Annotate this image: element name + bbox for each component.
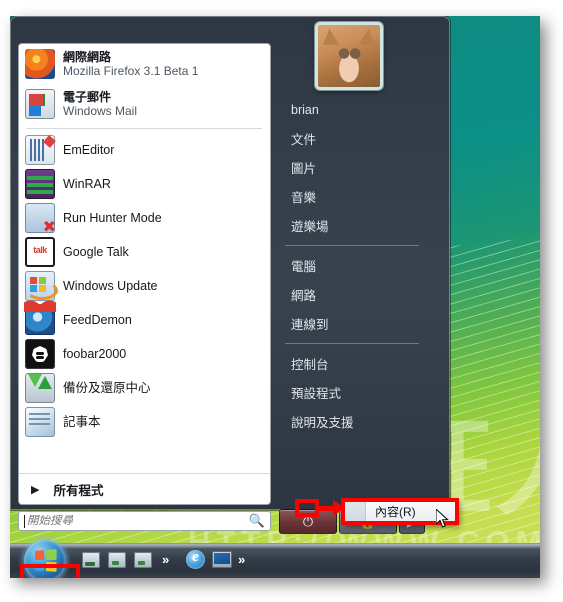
start-menu-programs-pane: 網際網路 Mozilla Firefox 3.1 Beta 1 電子郵件 Window… — [18, 43, 271, 505]
show-desktop-icon[interactable] — [82, 552, 100, 568]
program-item[interactable]: 電子郵件 Windows Mail — [19, 84, 270, 124]
places-item[interactable]: 電腦 — [279, 251, 429, 280]
separator — [27, 128, 262, 129]
windows-mail-icon — [25, 89, 55, 119]
places-item[interactable]: brian — [279, 95, 429, 124]
program-list: 網際網路 Mozilla Firefox 3.1 Beta 1 電子郵件 Window… — [19, 44, 270, 439]
places-item[interactable]: 網路 — [279, 280, 429, 309]
program-item[interactable]: foobar2000 — [19, 337, 270, 371]
winrar-icon — [25, 169, 55, 199]
feeddemon-icon — [24, 300, 56, 335]
program-title: foobar2000 — [63, 347, 127, 361]
program-title: EmEditor — [63, 143, 115, 157]
program-title: FeedDemon — [63, 313, 132, 327]
places-item[interactable]: 控制台 — [279, 349, 429, 378]
program-title: 備份及還原中心 — [63, 381, 151, 395]
program-title: 電子郵件 — [63, 89, 112, 104]
program-item[interactable]: FeedDemon — [19, 300, 270, 337]
context-menu-gutter — [343, 500, 366, 523]
google-talk-icon — [25, 237, 55, 267]
places-item[interactable]: 音樂 — [279, 182, 429, 211]
notepad-icon — [25, 407, 55, 437]
program-item[interactable]: 備份及還原中心 — [19, 371, 270, 405]
program-item[interactable]: EmEditor — [19, 133, 270, 167]
overflow-chevron-icon-2[interactable]: » — [238, 552, 245, 567]
context-menu-item-properties[interactable]: 內容(R) — [366, 503, 416, 520]
power-icon: ⏻ — [302, 513, 314, 529]
text-caret — [24, 514, 25, 528]
places-item[interactable]: 文件 — [279, 124, 429, 153]
internet-explorer-icon[interactable] — [186, 549, 205, 569]
search-icon[interactable]: 🔍 — [248, 513, 266, 529]
search-input[interactable] — [27, 515, 248, 527]
separator — [285, 343, 419, 344]
program-item[interactable]: WinRAR — [19, 167, 270, 201]
media-icon[interactable] — [108, 552, 126, 568]
separator — [285, 245, 419, 246]
all-programs-label: 所有程式 — [53, 483, 104, 498]
taskbar: » » — [10, 540, 540, 578]
program-item[interactable]: Run Hunter Mode — [19, 201, 270, 236]
places-item[interactable]: 連線到 — [279, 309, 429, 338]
program-item[interactable]: 記事本 — [19, 405, 270, 439]
switch-window-icon[interactable] — [212, 551, 232, 568]
program-item[interactable]: Google Talk — [19, 235, 270, 269]
start-menu-places-pane: brian 文件 圖片 音樂 遊樂場電腦 網路 連線到控制台 預設程式 說明及支援 — [279, 95, 429, 436]
program-title: Google Talk — [63, 245, 129, 259]
all-programs-button[interactable]: ▶ 所有程式 — [19, 473, 270, 504]
avatar[interactable] — [315, 22, 383, 90]
screenshot-frame: 重灌狂人 HTTP://WWW.COM 網際網路Mozilla Firefox … — [10, 16, 540, 578]
program-item[interactable]: 網際網路 Mozilla Firefox 3.1 Beta 1 — [19, 44, 270, 84]
program-title: WinRAR — [63, 177, 111, 191]
emeditor-icon — [25, 135, 55, 165]
context-menu: 內容(R) — [342, 499, 458, 524]
places-item[interactable]: 說明及支援 — [279, 407, 429, 436]
start-menu: 網際網路 Mozilla Firefox 3.1 Beta 1 電子郵件 Window… — [10, 16, 450, 534]
start-menu-body: 網際網路 Mozilla Firefox 3.1 Beta 1 電子郵件 Window… — [10, 16, 450, 534]
program-subtitle: Windows Mail — [63, 103, 138, 118]
backup-restore-icon — [25, 373, 55, 403]
program-title: 網際網路 — [63, 49, 112, 64]
start-orb-button[interactable] — [24, 540, 66, 578]
places-item[interactable]: 預設程式 — [279, 378, 429, 407]
windows-logo-icon — [35, 549, 57, 572]
search-box[interactable]: 🔍 — [18, 511, 271, 531]
program-title: Windows Update — [63, 279, 158, 293]
triangle-right-icon: ▶ — [31, 483, 40, 496]
places-item[interactable]: 圖片 — [279, 153, 429, 182]
foobar2000-icon — [25, 339, 55, 369]
program-subtitle: Mozilla Firefox 3.1 Beta 1 — [63, 63, 199, 78]
windows-update-icon — [25, 271, 58, 301]
program-title: Run Hunter Mode — [63, 211, 162, 225]
places-item[interactable]: 遊樂場 — [279, 211, 429, 240]
media-icon-2[interactable] — [134, 552, 152, 568]
overflow-chevron-icon[interactable]: » — [162, 552, 169, 567]
program-item[interactable]: Windows Update — [19, 269, 270, 303]
power-button[interactable]: ⏻ — [279, 508, 337, 534]
firefox-icon — [25, 49, 55, 79]
run-hunter-mode-icon — [25, 203, 56, 236]
program-title: 記事本 — [63, 415, 101, 429]
